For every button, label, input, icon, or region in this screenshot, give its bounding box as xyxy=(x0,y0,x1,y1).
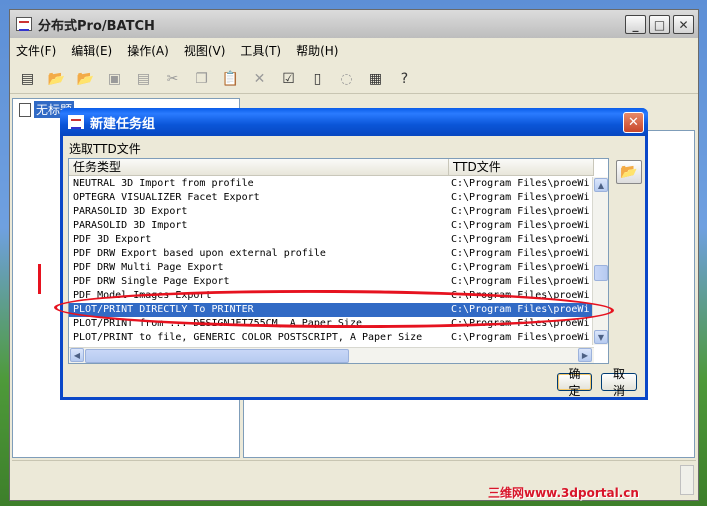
column-header-ttd-file[interactable]: TTD文件 xyxy=(449,159,594,175)
document-icon xyxy=(19,102,31,117)
save-icon[interactable]: ▣ xyxy=(103,68,126,90)
list-item[interactable]: PDF 3D Export C:\Program Files\proeWi xyxy=(69,233,594,247)
ttd-file-cell: C:\Program Files\proeWi xyxy=(451,206,590,217)
maximize-button[interactable]: □ xyxy=(649,15,670,34)
close-button[interactable]: ✕ xyxy=(673,15,694,34)
task-type-cell: PDF DRW Single Page Export xyxy=(73,276,230,287)
ttd-file-cell: C:\Program Files\proeWi xyxy=(451,332,590,343)
ttd-file-cell: C:\Program Files\proeWi xyxy=(451,276,590,287)
list-item[interactable]: PARASOLID 3D Export C:\Program Files\proe… xyxy=(69,205,594,219)
scroll-right-icon[interactable]: ▶ xyxy=(578,348,592,362)
list-header: 任务类型 TTD文件 xyxy=(69,159,594,176)
list-item[interactable]: OPTEGRA VISUALIZER Facet Export C:\Progra… xyxy=(69,191,594,205)
scroll-left-icon[interactable]: ◀ xyxy=(70,348,84,362)
document-icon[interactable]: ▯ xyxy=(306,68,329,90)
new-task-group-dialog: 新建任务组 ✕ 选取TTD文件 任务类型 TTD文件 NEUTRAL 3D Im… xyxy=(60,108,648,400)
list-item[interactable]: NEUTRAL 3D Import from profile C:\Program… xyxy=(69,177,594,191)
menu-file[interactable]: 文件(F) xyxy=(16,42,56,59)
help-icon[interactable]: ? xyxy=(393,68,416,90)
task-type-cell: PDF DRW Multi Page Export xyxy=(73,262,224,273)
watermark: 三维网www.3dportal.cn xyxy=(488,486,639,500)
list-item[interactable]: PDF DRW Multi Page Export C:\Program File… xyxy=(69,261,594,275)
main-window-title: 分布式Pro/BATCH xyxy=(38,18,155,34)
open-folder-icon[interactable]: 📂 xyxy=(45,68,68,90)
dialog-app-icon xyxy=(68,115,84,129)
task-type-cell: NEUTRAL 3D Import from profile xyxy=(73,178,254,189)
list-icon[interactable]: ▤ xyxy=(16,68,39,90)
ttd-file-cell: C:\Program Files\proeWi xyxy=(451,178,590,189)
task-type-cell: OPTEGRA VISUALIZER Facet Export xyxy=(73,192,260,203)
properties-icon[interactable]: ☑ xyxy=(277,68,300,90)
task-type-cell: PARASOLID 3D Import xyxy=(73,220,188,231)
red-mark-annotation xyxy=(38,264,41,294)
menu-help[interactable]: 帮助(H) xyxy=(296,42,338,59)
menu-action[interactable]: 操作(A) xyxy=(127,42,169,59)
open-folder-button[interactable]: 📂 xyxy=(616,160,642,184)
list-item[interactable]: PLOT/PRINT to file, GENERIC COLOR POSTSC… xyxy=(69,331,594,345)
app-icon xyxy=(16,17,32,31)
menu-tools[interactable]: 工具(T) xyxy=(240,42,281,59)
ttd-file-cell: C:\Program Files\proeWi xyxy=(451,220,590,231)
ttd-list[interactable]: 任务类型 TTD文件 NEUTRAL 3D Import from profil… xyxy=(68,158,609,364)
ok-button[interactable]: 确定 xyxy=(557,367,592,398)
scroll-thumb[interactable] xyxy=(594,265,608,281)
task-type-cell: PLOT/PRINT to file, GENERIC COLOR POSTSC… xyxy=(73,332,423,343)
list-item[interactable]: PARASOLID 3D Import C:\Program Files\proe… xyxy=(69,219,594,233)
paste-icon[interactable]: 📋 xyxy=(219,68,242,90)
copy-icon[interactable]: ❐ xyxy=(190,68,213,90)
list-item[interactable]: PDF DRW Single Page Export C:\Program Fil… xyxy=(69,275,594,289)
save-all-icon[interactable]: ▤ xyxy=(132,68,155,90)
ttd-file-cell: C:\Program Files\proeWi xyxy=(451,192,590,203)
hscroll-thumb[interactable] xyxy=(85,349,349,363)
toolbar: ▤ 📂 📂 ▣ ▤ ✂ ❐ 📋 ✕ ☑ ▯ ◌ ▦ ? xyxy=(10,64,698,94)
menu-edit[interactable]: 编辑(E) xyxy=(71,42,112,59)
select-ttd-label: 选取TTD文件 xyxy=(69,142,141,156)
cut-icon[interactable]: ✂ xyxy=(161,68,184,90)
task-type-cell: PDF DRW Export based upon external profi… xyxy=(73,248,326,259)
task-type-cell: PDF 3D Export xyxy=(73,234,152,245)
list-item[interactable]: PDF DRW Export based upon external profi… xyxy=(69,247,594,261)
menubar: 文件(F) 编辑(E) 操作(A) 视图(V) 工具(T) 帮助(H) xyxy=(10,40,698,60)
scroll-up-icon[interactable]: ▲ xyxy=(594,178,608,192)
delete-icon[interactable]: ✕ xyxy=(248,68,271,90)
stack-icon[interactable]: ▦ xyxy=(364,68,387,90)
lightbulb-icon[interactable]: ◌ xyxy=(335,68,358,90)
task-type-cell: PARASOLID 3D Export xyxy=(73,206,188,217)
dialog-title: 新建任务组 xyxy=(90,116,156,132)
menu-view[interactable]: 视图(V) xyxy=(184,42,226,59)
ttd-file-cell: C:\Program Files\proeWi xyxy=(451,248,590,259)
ttd-file-cell: C:\Program Files\proeWi xyxy=(451,262,590,273)
dialog-title-bar[interactable]: 新建任务组 ✕ xyxy=(60,108,648,136)
status-scrollbar[interactable] xyxy=(680,465,694,495)
scroll-down-icon[interactable]: ▼ xyxy=(594,330,608,344)
minimize-button[interactable]: _ xyxy=(625,15,646,34)
horizontal-scrollbar[interactable]: ◀ ▶ xyxy=(69,347,594,363)
dialog-close-button[interactable]: ✕ xyxy=(623,112,644,133)
open-folder-2-icon[interactable]: 📂 xyxy=(74,68,97,90)
column-header-task-type[interactable]: 任务类型 xyxy=(69,159,449,175)
vertical-scrollbar[interactable]: ▲ ▼ xyxy=(592,177,608,345)
ttd-file-cell: C:\Program Files\proeWi xyxy=(451,234,590,245)
cancel-button[interactable]: 取消 xyxy=(601,367,637,398)
main-title-bar[interactable]: 分布式Pro/BATCH _ □ ✕ xyxy=(10,10,698,38)
